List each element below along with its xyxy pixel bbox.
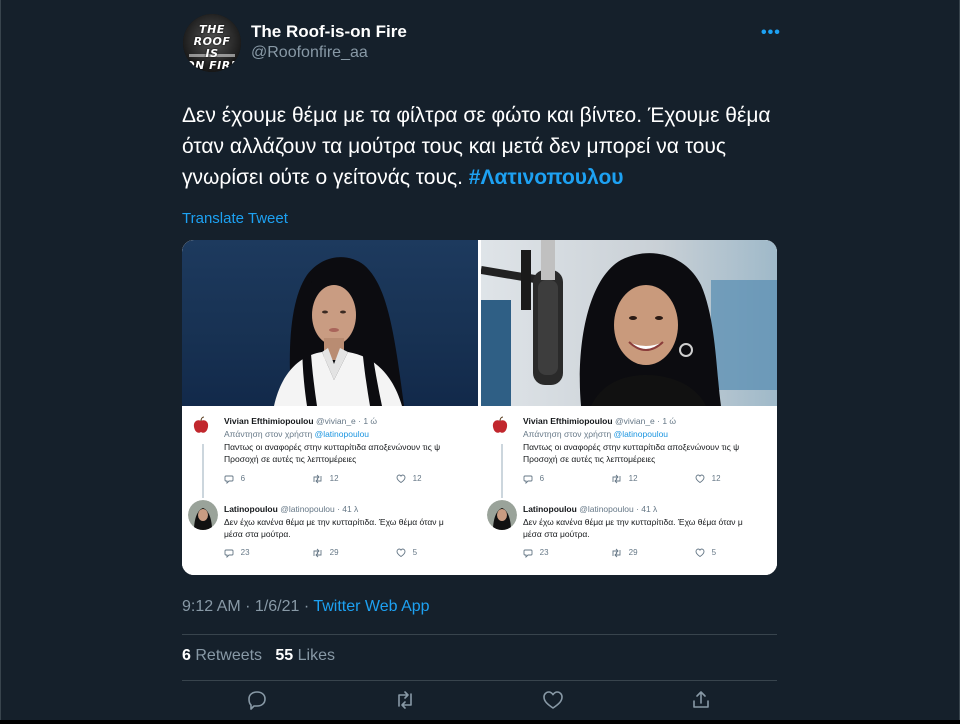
reply-icon	[523, 549, 533, 559]
like-count: 12	[396, 474, 422, 484]
quote-author: Latinopoulou @latinopoulou · 41 λ	[523, 504, 658, 514]
hashtag-link[interactable]: #Λατινοπουλου	[469, 166, 624, 189]
reply-count: 6	[523, 474, 544, 485]
tweet-timestamp-row: 9:12 AM · 1/6/21 · Twitter Web App	[182, 598, 430, 616]
reply-icon	[523, 475, 533, 485]
tweet-card: THE ROOF IS ON FIRE The Roof-is-on Fire …	[0, 0, 960, 720]
more-horizontal-icon[interactable]: •••	[761, 24, 781, 42]
thread-line	[501, 444, 503, 498]
reply-author: Vivian Efthimiopoulou @vivian_e · 1 ώ	[523, 416, 677, 426]
photo-1	[182, 240, 478, 406]
quote-author: Latinopoulou @latinopoulou · 41 λ	[224, 504, 359, 514]
tweet-text: Δεν έχουμε θέμα με τα φίλτρα σε φώτο και…	[182, 100, 792, 193]
reply-icon	[224, 475, 234, 485]
reply-count: 6	[224, 474, 245, 485]
heart-icon	[695, 548, 705, 558]
latinopoulou-avatar	[188, 500, 218, 530]
media-image-2[interactable]: Vivian Efthimiopoulou @vivian_e · 1 ώ Απ…	[481, 240, 777, 575]
like-count: 5	[396, 548, 417, 558]
retweet-icon	[313, 548, 322, 558]
screenshot-thread: Vivian Efthimiopoulou @vivian_e · 1 ώ Απ…	[182, 406, 478, 575]
retweet-count: 12	[611, 474, 638, 484]
quote-body: Δεν έχω κανένα θέμα με την κυτταρίτιδα. …	[523, 517, 743, 539]
author-avatar[interactable]: THE ROOF IS ON FIRE	[183, 14, 241, 72]
latinopoulou-avatar	[487, 500, 517, 530]
retweet-icon	[612, 474, 621, 484]
like-count: 5	[695, 548, 716, 558]
tweet-date[interactable]: 1/6/21	[255, 598, 299, 615]
photo-2	[481, 240, 777, 406]
reply-body: Παντως οι αναφορές στην κυτταρίτιδα αποξ…	[523, 442, 740, 464]
reply-author: Vivian Efthimiopoulou @vivian_e · 1 ώ	[224, 416, 378, 426]
reply-count: 23	[523, 548, 549, 559]
divider	[182, 634, 777, 635]
like-icon[interactable]	[541, 688, 565, 712]
quote-body: Δεν έχω κανένα θέμα με την κυτταρίτιδα. …	[224, 517, 444, 539]
meta-separator: ·	[299, 598, 314, 615]
retweet-count: 12	[312, 474, 339, 484]
media-image-1[interactable]: Vivian Efthimiopoulou @vivian_e · 1 ώ Απ…	[182, 240, 478, 575]
thread-line	[202, 444, 204, 498]
retweets-stat[interactable]: 6 Retweets	[182, 647, 262, 664]
like-count: 12	[695, 474, 721, 484]
heart-icon	[695, 474, 705, 484]
replying-to: Απάντηση στον χρήστη @latinopoulou	[523, 429, 669, 439]
screenshot-thread: Vivian Efthimiopoulou @vivian_e · 1 ώ Απ…	[481, 406, 777, 575]
retweet-count: 29	[611, 548, 638, 558]
reply-body: Παντως οι αναφορές στην κυτταρίτιδα αποξ…	[224, 442, 441, 464]
avatar-logo-text: THE ROOF IS ON FIRE	[185, 23, 239, 72]
replying-to: Απάντηση στον χρήστη @latinopoulou	[224, 429, 370, 439]
media-grid[interactable]: Vivian Efthimiopoulou @vivian_e · 1 ώ Απ…	[182, 240, 777, 575]
retweet-icon	[313, 474, 322, 484]
reply-icon[interactable]	[245, 688, 269, 712]
source-app-link[interactable]: Twitter Web App	[313, 598, 429, 615]
retweet-icon	[612, 548, 621, 558]
reply-icon	[224, 549, 234, 559]
reply-count: 23	[224, 548, 250, 559]
translate-tweet-link[interactable]: Translate Tweet	[182, 210, 288, 227]
author-display-name[interactable]: The Roof-is-on Fire	[251, 22, 407, 42]
apple-avatar-icon	[190, 415, 212, 437]
divider	[182, 680, 777, 681]
author-handle[interactable]: @Roofonfire_aa	[251, 44, 368, 62]
apple-avatar-icon	[489, 415, 511, 437]
heart-icon	[396, 474, 406, 484]
tweet-time[interactable]: 9:12 AM	[182, 598, 241, 615]
heart-icon	[396, 548, 406, 558]
retweet-icon[interactable]	[393, 688, 417, 712]
share-icon[interactable]	[689, 688, 713, 712]
likes-stat[interactable]: 55 Likes	[275, 647, 335, 664]
retweet-count: 29	[312, 548, 339, 558]
engagement-stats: 6 Retweets 55 Likes	[182, 647, 335, 665]
meta-separator: ·	[240, 598, 255, 615]
